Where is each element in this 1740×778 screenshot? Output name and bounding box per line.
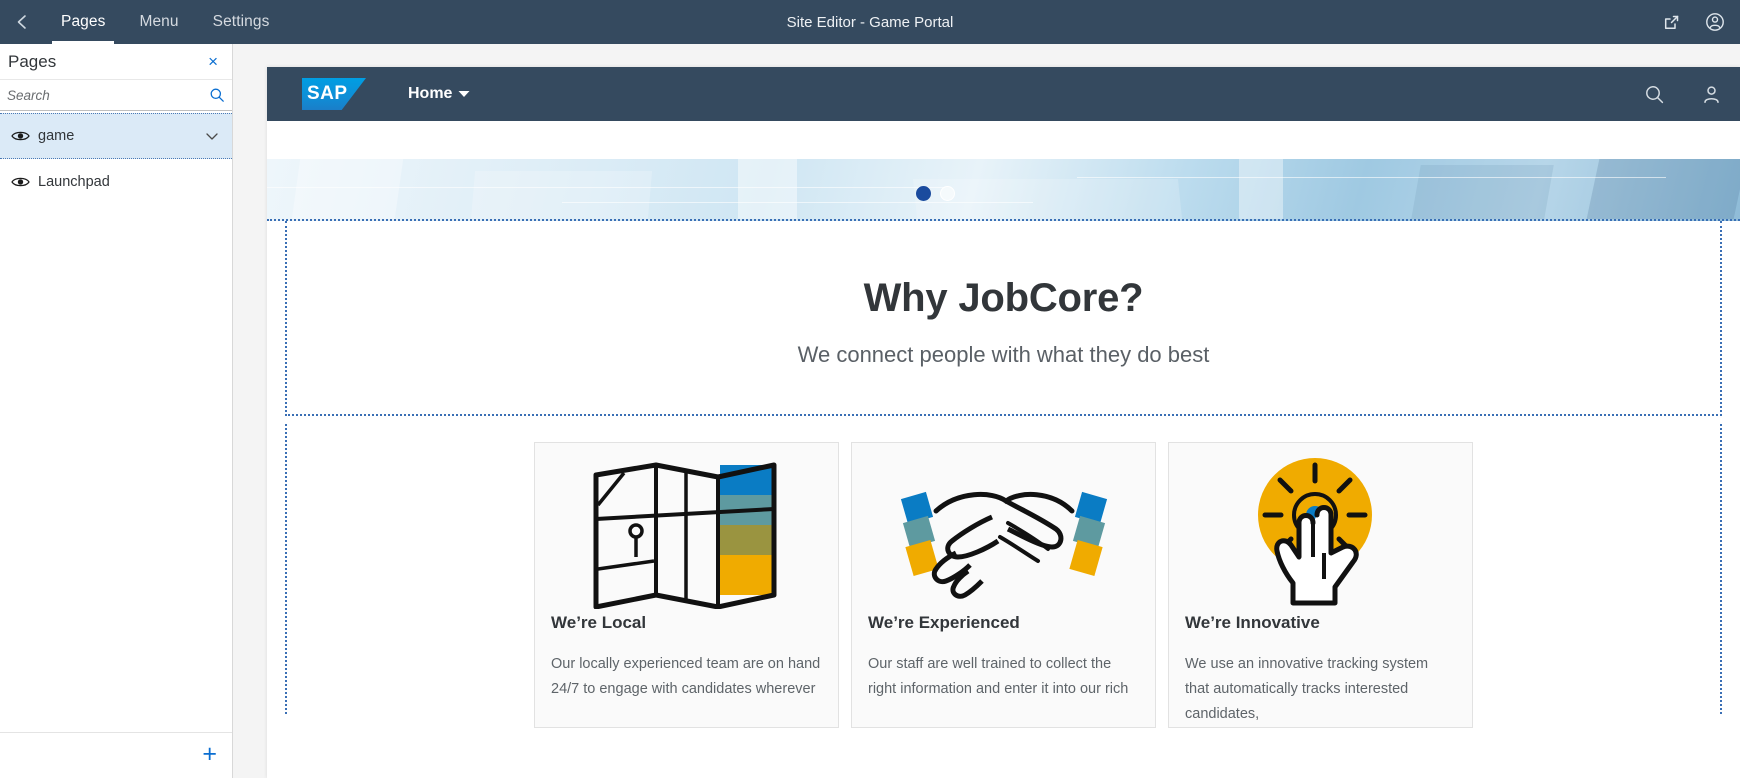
search-field[interactable]	[0, 80, 232, 111]
sidebar-header: Pages ×	[0, 44, 232, 80]
user-account-icon[interactable]	[1704, 11, 1726, 33]
feature-card[interactable]: We’re Experienced Our staff are well tra…	[851, 442, 1156, 728]
sidebar-title: Pages	[8, 51, 57, 71]
feature-card-title: We’re Experienced	[868, 613, 1020, 632]
chevron-left-icon	[13, 13, 31, 31]
search-icon[interactable]	[1644, 84, 1665, 105]
person-icon[interactable]	[1701, 84, 1722, 105]
site-nav-home-label: Home	[408, 85, 453, 102]
sidebar-footer: +	[0, 732, 232, 778]
open-in-new-window-icon[interactable]	[1661, 12, 1682, 33]
sidebar-item-game[interactable]: game	[0, 113, 232, 159]
eye-icon	[6, 175, 34, 189]
handshake-icon	[868, 457, 1139, 609]
site-nav-home[interactable]: Home	[408, 85, 470, 103]
pages-list: game Launchpad	[0, 111, 232, 732]
pages-sidebar: Pages × game	[0, 44, 233, 778]
feature-card-body: We use an innovative tracking system tha…	[1185, 656, 1429, 722]
add-page-button[interactable]: +	[202, 742, 217, 767]
feature-cards-row: We’re Local Our locally experienced team…	[287, 442, 1720, 728]
feature-card-title: We’re Innovative	[1185, 613, 1320, 632]
intro-section[interactable]: Why JobCore? We connect people with what…	[285, 221, 1722, 416]
site-header: SAP Home	[267, 67, 1740, 121]
tab-pages[interactable]: Pages	[44, 0, 122, 44]
banner-detail-line	[267, 186, 945, 188]
pointing-hand-icon	[1185, 457, 1456, 609]
sidebar-item-launchpad[interactable]: Launchpad	[0, 159, 232, 205]
carousel-dot-1[interactable]	[916, 186, 931, 201]
tab-settings[interactable]: Settings	[196, 0, 287, 44]
feature-card[interactable]: We’re Innovative We use an innovative tr…	[1168, 442, 1473, 728]
banner-glass-panel	[738, 159, 798, 219]
header-spacer	[267, 121, 1740, 159]
shell-tab-list: Pages Menu Settings	[44, 0, 286, 44]
banner-glass-panel	[292, 159, 404, 219]
eye-icon	[6, 129, 34, 143]
tab-settings-label: Settings	[212, 13, 270, 30]
tab-menu-label: Menu	[139, 13, 179, 30]
sidebar-item-launchpad-label: Launchpad	[38, 174, 110, 190]
banner-detail-line	[1077, 177, 1667, 178]
hero-banner[interactable]	[267, 159, 1740, 221]
page-title: Why JobCore?	[863, 276, 1144, 320]
page-preview-frame: SAP Home Why JobCore? We connect people …	[267, 67, 1740, 778]
sidebar-item-game-label: game	[38, 128, 75, 144]
feature-card-body: Our locally experienced team are on hand…	[551, 656, 821, 697]
feature-card[interactable]: We’re Local Our locally experienced team…	[534, 442, 839, 728]
tab-pages-label: Pages	[61, 13, 106, 30]
close-icon[interactable]: ×	[204, 51, 222, 72]
feature-card-title: We’re Local	[551, 613, 647, 632]
banner-glass-panel	[1239, 159, 1284, 219]
site-header-actions	[1644, 84, 1722, 105]
feature-card-body: Our staff are well trained to collect th…	[868, 656, 1129, 697]
sap-logo: SAP	[302, 78, 366, 110]
carousel-dot-2[interactable]	[940, 186, 955, 201]
shell-bar: Pages Menu Settings Site Editor - Game P…	[0, 0, 1740, 44]
banner-glass-panel	[1586, 159, 1740, 219]
banner-glass-panel	[471, 171, 653, 219]
carousel-dots	[916, 186, 955, 201]
page-subtitle: We connect people with what they do best	[797, 342, 1210, 367]
banner-glass-panel	[1411, 165, 1554, 219]
search-icon[interactable]	[209, 87, 225, 103]
banner-detail-line	[561, 202, 1033, 204]
sap-logo-text: SAP	[307, 83, 348, 104]
caret-down-icon	[458, 85, 470, 103]
feature-cards-section[interactable]: We’re Local Our locally experienced team…	[285, 424, 1722, 728]
search-input[interactable]	[0, 80, 232, 110]
back-button[interactable]	[0, 0, 44, 44]
tab-menu[interactable]: Menu	[122, 0, 195, 44]
folded-map-icon	[551, 457, 822, 609]
editor-canvas: SAP Home Why JobCore? We connect people …	[233, 44, 1740, 778]
chevron-down-icon[interactable]	[204, 128, 224, 144]
shell-actions	[1661, 0, 1740, 44]
